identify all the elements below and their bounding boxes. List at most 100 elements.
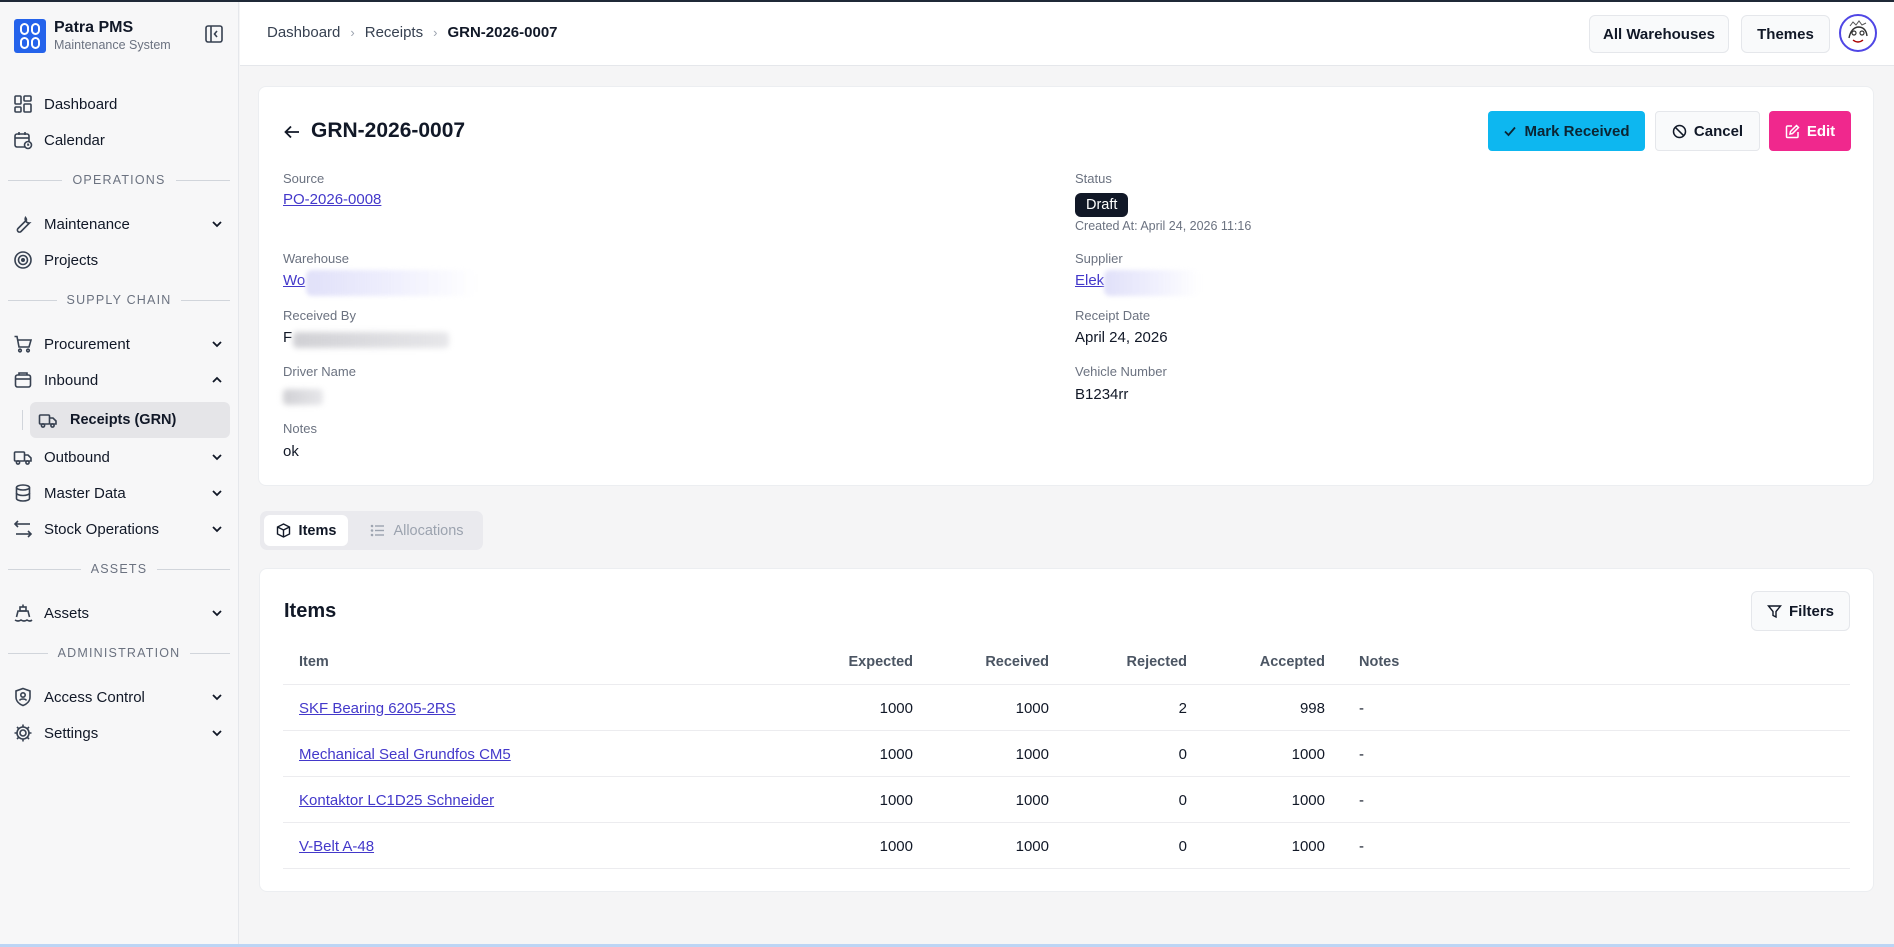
column-header-rejected: Rejected [1126,654,1187,670]
items-card: Items Filters Item Expected Received Rej… [259,568,1874,892]
warehouse-link[interactable]: Wo [283,272,305,289]
rejected-cell: 0 [1178,837,1187,855]
package-icon [276,523,291,538]
sidebar-item-label: Calendar [44,131,105,149]
chevron-down-icon [210,450,224,464]
receipt-detail-card: GRN-2026-0007 Mark Received Cancel Edit … [258,86,1874,486]
rejected-cell: 0 [1178,745,1187,763]
sidebar-item-inbound[interactable]: Inbound [12,363,230,397]
chevron-down-icon [210,522,224,536]
item-link[interactable]: Mechanical Seal Grundfos CM5 [299,746,511,763]
truck-icon [38,409,60,431]
notes-value: ok [283,443,299,460]
notes-cell: - [1359,745,1364,763]
receipt-date-value: April 24, 2026 [1075,329,1168,346]
breadcrumb-dashboard[interactable]: Dashboard [267,24,340,41]
sidebar-item-access-control[interactable]: Access Control [12,680,230,714]
sidebar-item-receipts-grn[interactable]: Receipts (GRN) [30,402,230,438]
wrench-icon [12,213,34,235]
user-shield-icon [12,686,34,708]
themes-button[interactable]: Themes [1741,15,1830,53]
accepted-cell: 998 [1299,699,1325,717]
chevron-down-icon [210,726,224,740]
ban-icon [1672,124,1687,139]
sidebar-item-label: Procurement [44,335,130,353]
breadcrumb-receipts[interactable]: Receipts [365,24,423,41]
truck-icon [12,446,34,468]
chevron-right-icon: › [350,25,355,40]
sidebar-item-assets[interactable]: Assets [12,596,230,630]
section-label-supply-chain: SUPPLY CHAIN [8,293,230,307]
sidebar-item-maintenance[interactable]: Maintenance [12,207,230,241]
accepted-cell: 1000 [1291,791,1325,809]
chevron-down-icon [210,337,224,351]
redacted-driver-name [283,389,323,405]
status-label: Status [1075,171,1112,186]
rejected-cell: 2 [1178,699,1187,717]
section-label-administration: ADMINISTRATION [8,646,230,660]
receipt-date-label: Receipt Date [1075,308,1151,323]
sidebar-item-label: Dashboard [44,95,118,113]
chevron-down-icon [210,486,224,500]
chevron-up-icon [210,373,224,387]
vehicle-number-value: B1234rr [1075,386,1129,403]
ship-icon [12,602,34,624]
expected-cell: 1000 [879,791,913,809]
status-badge: Draft [1075,193,1129,217]
tab-allocations[interactable]: Allocations [356,515,478,546]
sidebar-item-dashboard[interactable]: Dashboard [12,87,230,121]
table-header-row: Item Expected Received Rejected Accepted… [283,639,1850,685]
brand[interactable]: Patra PMS Maintenance System [14,18,171,53]
all-warehouses-button[interactable]: All Warehouses [1589,15,1729,53]
notes-cell: - [1359,699,1364,717]
items-title: Items [284,600,337,622]
chevron-down-icon [210,217,224,231]
page-title: GRN-2026-0007 [311,119,466,142]
vehicle-number-label: Vehicle Number [1075,364,1167,379]
sidebar-item-master-data[interactable]: Master Data [12,476,230,510]
filters-button[interactable]: Filters [1751,591,1850,631]
received-cell: 1000 [1015,837,1049,855]
received-cell: 1000 [1015,699,1049,717]
sidebar-item-settings[interactable]: Settings [12,716,230,750]
cancel-button[interactable]: Cancel [1655,111,1760,151]
accepted-cell: 1000 [1291,745,1325,763]
chevron-down-icon [210,606,224,620]
avatar[interactable] [1839,14,1877,52]
item-link[interactable]: SKF Bearing 6205-2RS [299,700,456,717]
breadcrumb-current: GRN-2026-0007 [447,24,558,41]
sidebar-item-outbound[interactable]: Outbound [12,440,230,474]
received-by-value: F [283,329,293,346]
swap-arrows-icon [12,518,34,540]
source-link[interactable]: PO-2026-0008 [283,191,381,208]
column-header-item: Item [299,654,329,670]
mark-received-button[interactable]: Mark Received [1488,111,1645,151]
column-header-received: Received [985,654,1049,670]
breadcrumb: Dashboard › Receipts › GRN-2026-0007 [267,24,558,41]
sidebar-item-label: Access Control [44,688,145,706]
received-cell: 1000 [1015,745,1049,763]
package-icon [12,369,34,391]
item-link[interactable]: Kontaktor LC1D25 Schneider [299,792,494,809]
chevron-right-icon: › [433,25,438,40]
expected-cell: 1000 [879,837,913,855]
sidebar-item-stock-operations[interactable]: Stock Operations [12,512,230,546]
detail-tabs: Items Allocations [260,511,483,550]
notes-cell: - [1359,837,1364,855]
items-table: Item Expected Received Rejected Accepted… [283,639,1850,869]
sidebar-item-procurement[interactable]: Procurement [12,327,230,361]
item-link[interactable]: V-Belt A-48 [299,838,374,855]
sidebar-item-label: Master Data [44,484,126,502]
sidebar-item-projects[interactable]: Projects [12,243,230,277]
driver-name-label: Driver Name [283,364,356,379]
redacted-supplier [1104,270,1200,296]
rejected-cell: 0 [1178,791,1187,809]
supplier-link[interactable]: Elek [1075,272,1104,289]
sidebar-item-calendar[interactable]: Calendar [12,123,230,157]
sidebar-collapse-icon[interactable] [204,24,224,44]
back-arrow-icon[interactable] [283,123,301,141]
warehouse-label: Warehouse [283,251,349,266]
brand-logo-icon [14,18,46,53]
edit-button[interactable]: Edit [1769,111,1851,151]
tab-items[interactable]: Items [264,515,348,546]
